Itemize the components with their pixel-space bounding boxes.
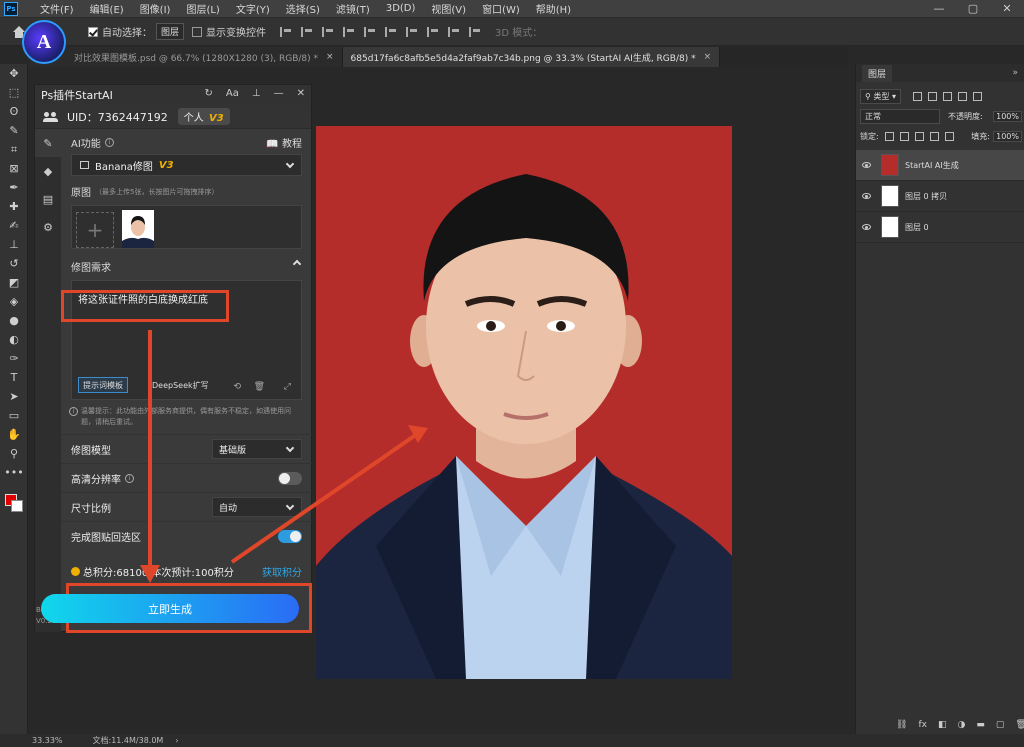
generate-button[interactable]: 立即生成 [41,594,299,623]
annotation-arrows [140,330,428,583]
startai-logo-badge[interactable]: A [22,20,66,64]
